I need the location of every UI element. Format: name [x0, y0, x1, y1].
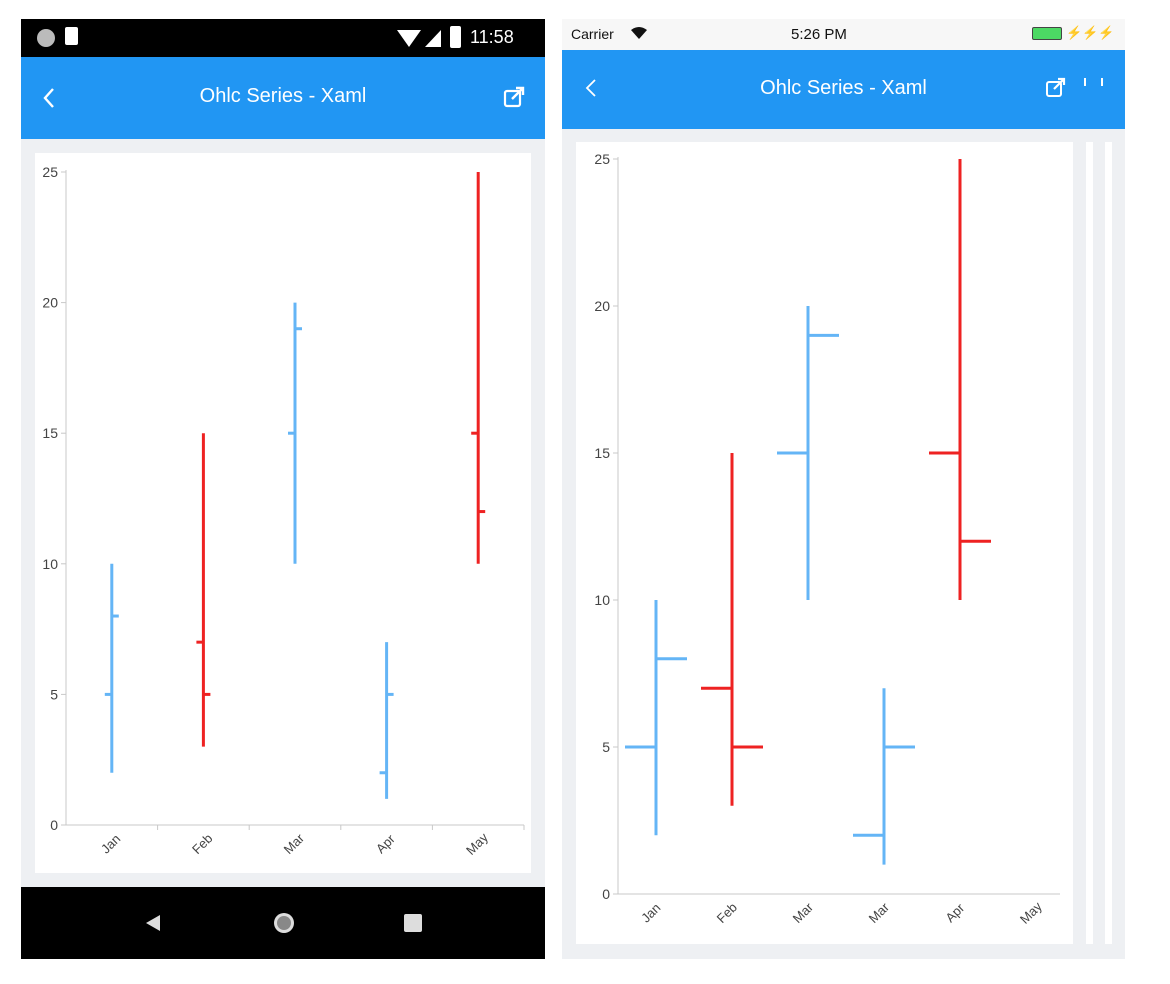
y-tick-label: 5: [50, 686, 58, 702]
page-title: Ohlc Series - Xaml: [760, 77, 927, 99]
battery-icon: [450, 26, 461, 48]
y-tick-label: 10: [42, 556, 58, 572]
y-tick-label: 25: [42, 164, 58, 180]
ohlc-chart: 0 5 10 15 20 25 Jan Feb Mar Mar Apr May: [594, 151, 1060, 927]
android-clock: 11:58: [470, 27, 514, 47]
y-tick-label: 15: [42, 425, 58, 441]
overflow-tick-icon: [1084, 78, 1086, 86]
notification-dot-icon: [37, 29, 55, 47]
chart-card: 0 5 10 15 20 25 Jan Feb Mar Apr May: [35, 153, 531, 873]
android-status-bar: 11:58: [21, 19, 545, 57]
y-tick-label: 20: [594, 298, 610, 314]
x-tick-label: Mar: [790, 899, 817, 926]
signal-icon: [425, 30, 441, 47]
y-tick-label: 25: [594, 151, 610, 167]
page-title: Ohlc Series - Xaml: [199, 85, 367, 107]
wifi-icon: [397, 30, 421, 47]
x-tick-label: Jan: [638, 900, 663, 925]
ios-clock: 5:26 PM: [791, 26, 847, 43]
y-tick-label: 0: [602, 886, 610, 902]
open-in-new-icon[interactable]: [1045, 76, 1067, 98]
x-tick-label: Feb: [714, 900, 740, 926]
y-tick-label: 20: [42, 295, 58, 311]
y-tick-label: 15: [594, 445, 610, 461]
carrier-label: Carrier: [571, 26, 614, 42]
ios-screen: Carrier 5:26 PM ⚡⚡⚡ Ohlc Series - Xaml 0…: [562, 19, 1125, 959]
open-in-new-icon[interactable]: [502, 85, 526, 109]
x-tick-label: May: [1017, 898, 1045, 926]
android-nav-bar: [21, 887, 545, 959]
y-tick-label: 10: [594, 592, 610, 608]
charging-icon: ⚡⚡⚡: [1066, 25, 1115, 40]
nav-back-icon[interactable]: [145, 914, 161, 932]
y-tick-label: 5: [602, 739, 610, 755]
x-tick-label: Mar: [281, 830, 308, 857]
x-tick-label: Apr: [942, 900, 967, 925]
x-tick-label: Jan: [98, 831, 123, 856]
wifi-icon: [631, 27, 647, 39]
android-app-bar: Ohlc Series - Xaml: [21, 57, 545, 139]
nav-recents-icon[interactable]: [404, 914, 422, 932]
x-tick-label: Feb: [189, 831, 215, 857]
x-tick-label: May: [463, 829, 491, 857]
ios-app-bar: Ohlc Series - Xaml: [562, 50, 1125, 129]
sd-card-icon: [65, 27, 78, 45]
android-screen: 11:58 Ohlc Series - Xaml 0 5 10 15 20 25 Jan Fe…: [21, 19, 545, 959]
nav-home-icon[interactable]: [272, 911, 296, 935]
side-panel-strip: [1105, 142, 1112, 944]
x-tick-label: Mar: [866, 899, 893, 926]
side-panel-strip: [1086, 142, 1093, 944]
battery-icon: [1032, 27, 1062, 40]
x-tick-label: Apr: [373, 831, 398, 856]
y-tick-label: 0: [50, 817, 58, 833]
overflow-tick-icon: [1101, 78, 1103, 86]
ohlc-chart: 0 5 10 15 20 25 Jan Feb Mar Apr May: [42, 164, 525, 858]
ios-status-bar: Carrier 5:26 PM ⚡⚡⚡: [562, 19, 1125, 50]
chart-card: 0 5 10 15 20 25 Jan Feb Mar Mar Apr May: [576, 142, 1073, 944]
